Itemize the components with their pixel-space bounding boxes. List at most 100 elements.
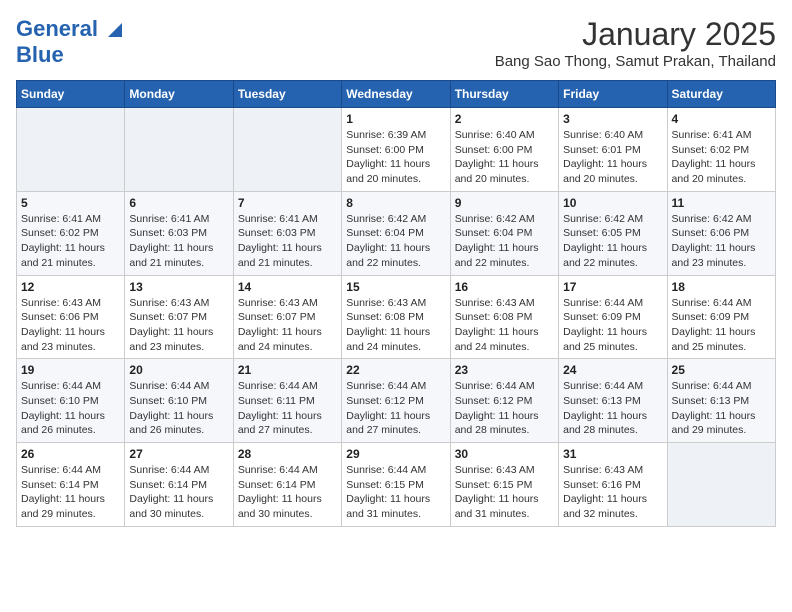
table-cell: 16Sunrise: 6:43 AMSunset: 6:08 PMDayligh…	[450, 275, 558, 359]
day-number: 27	[129, 447, 228, 461]
week-row-5: 26Sunrise: 6:44 AMSunset: 6:14 PMDayligh…	[17, 443, 776, 527]
week-row-4: 19 Sunrise: 6:44 AMSunset: 6:10 PMDayligh…	[17, 359, 776, 443]
day-number: 22	[346, 363, 445, 377]
table-cell: 25Sunrise: 6:44 AMSunset: 6:13 PMDayligh…	[667, 359, 775, 443]
day-number: 7	[238, 196, 337, 210]
table-cell: 3Sunrise: 6:40 AMSunset: 6:01 PMDaylight…	[559, 108, 667, 192]
day-info: Sunrise: 6:42 AMSunset: 6:04 PMDaylight:…	[346, 212, 445, 271]
page-header: General Blue January 2025 Bang Sao Thong…	[16, 16, 776, 70]
day-number: 10	[563, 196, 662, 210]
day-info: Sunrise: 6:44 AMSunset: 6:09 PMDaylight:…	[672, 296, 771, 355]
day-number: 21	[238, 363, 337, 377]
day-info: Sunrise: 6:41 AMSunset: 6:02 PMDaylight:…	[21, 212, 120, 271]
day-number: 18	[672, 280, 771, 294]
table-cell: 6 Sunrise: 6:41 AMSunset: 6:03 PMDaylight…	[125, 191, 233, 275]
day-info: Sunrise: 6:40 AMSunset: 6:00 PMDaylight:…	[455, 128, 554, 187]
day-number: 1	[346, 112, 445, 126]
day-number: 4	[672, 112, 771, 126]
day-info: Sunrise: 6:41 AMSunset: 6:03 PMDaylight:…	[238, 212, 337, 271]
table-cell: 5 Sunrise: 6:41 AMSunset: 6:02 PMDaylight…	[17, 191, 125, 275]
table-cell: 1 Sunrise: 6:39 AMSunset: 6:00 PMDaylight…	[342, 108, 450, 192]
day-info: Sunrise: 6:43 AMSunset: 6:08 PMDaylight:…	[346, 296, 445, 355]
day-number: 28	[238, 447, 337, 461]
col-sunday: Sunday	[17, 81, 125, 108]
day-info: Sunrise: 6:43 AMSunset: 6:06 PMDaylight:…	[21, 296, 120, 355]
day-info: Sunrise: 6:42 AMSunset: 6:04 PMDaylight:…	[455, 212, 554, 271]
day-number: 5	[21, 196, 120, 210]
day-info: Sunrise: 6:40 AMSunset: 6:01 PMDaylight:…	[563, 128, 662, 187]
day-info: Sunrise: 6:44 AMSunset: 6:10 PMDaylight:…	[129, 379, 228, 438]
day-number: 12	[21, 280, 120, 294]
day-number: 11	[672, 196, 771, 210]
table-cell: 18 Sunrise: 6:44 AMSunset: 6:09 PMDayligh…	[667, 275, 775, 359]
day-info: Sunrise: 6:44 AMSunset: 6:09 PMDaylight:…	[563, 296, 662, 355]
table-cell: 29 Sunrise: 6:44 AMSunset: 6:15 PMDayligh…	[342, 443, 450, 527]
day-number: 31	[563, 447, 662, 461]
day-number: 19	[21, 363, 120, 377]
week-row-3: 12 Sunrise: 6:43 AMSunset: 6:06 PMDayligh…	[17, 275, 776, 359]
day-number: 14	[238, 280, 337, 294]
col-tuesday: Tuesday	[233, 81, 341, 108]
day-info: Sunrise: 6:44 AMSunset: 6:13 PMDaylight:…	[563, 379, 662, 438]
title-block: January 2025 Bang Sao Thong, Samut Praka…	[495, 16, 776, 70]
day-number: 30	[455, 447, 554, 461]
day-info: Sunrise: 6:44 AMSunset: 6:12 PMDaylight:…	[346, 379, 445, 438]
col-friday: Friday	[559, 81, 667, 108]
day-info: Sunrise: 6:44 AMSunset: 6:11 PMDaylight:…	[238, 379, 337, 438]
table-cell: 24 Sunrise: 6:44 AMSunset: 6:13 PMDayligh…	[559, 359, 667, 443]
day-info: Sunrise: 6:44 AMSunset: 6:14 PMDaylight:…	[238, 463, 337, 522]
day-info: Sunrise: 6:43 AMSunset: 6:07 PMDaylight:…	[129, 296, 228, 355]
day-info: Sunrise: 6:42 AMSunset: 6:05 PMDaylight:…	[563, 212, 662, 271]
table-cell: 15 Sunrise: 6:43 AMSunset: 6:08 PMDayligh…	[342, 275, 450, 359]
day-info: Sunrise: 6:41 AMSunset: 6:03 PMDaylight:…	[129, 212, 228, 271]
table-cell: 30 Sunrise: 6:43 AMSunset: 6:15 PMDayligh…	[450, 443, 558, 527]
day-info: Sunrise: 6:43 AMSunset: 6:08 PMDaylight:…	[455, 296, 554, 355]
table-cell: 23Sunrise: 6:44 AMSunset: 6:12 PMDayligh…	[450, 359, 558, 443]
table-cell: 2 Sunrise: 6:40 AMSunset: 6:00 PMDaylight…	[450, 108, 558, 192]
table-cell: 9 Sunrise: 6:42 AMSunset: 6:04 PMDaylight…	[450, 191, 558, 275]
table-cell: 12 Sunrise: 6:43 AMSunset: 6:06 PMDayligh…	[17, 275, 125, 359]
table-cell: 20 Sunrise: 6:44 AMSunset: 6:10 PMDayligh…	[125, 359, 233, 443]
week-row-2: 5 Sunrise: 6:41 AMSunset: 6:02 PMDaylight…	[17, 191, 776, 275]
day-number: 9	[455, 196, 554, 210]
day-number: 24	[563, 363, 662, 377]
week-row-1: 1 Sunrise: 6:39 AMSunset: 6:00 PMDaylight…	[17, 108, 776, 192]
day-info: Sunrise: 6:43 AMSunset: 6:15 PMDaylight:…	[455, 463, 554, 522]
day-info: Sunrise: 6:44 AMSunset: 6:14 PMDaylight:…	[129, 463, 228, 522]
logo-triangle-icon	[106, 21, 124, 39]
day-number: 15	[346, 280, 445, 294]
day-number: 29	[346, 447, 445, 461]
table-cell	[233, 108, 341, 192]
logo: General Blue	[16, 16, 124, 68]
day-info: Sunrise: 6:44 AMSunset: 6:13 PMDaylight:…	[672, 379, 771, 438]
day-number: 8	[346, 196, 445, 210]
day-info: Sunrise: 6:42 AMSunset: 6:06 PMDaylight:…	[672, 212, 771, 271]
day-number: 20	[129, 363, 228, 377]
day-number: 13	[129, 280, 228, 294]
day-info: Sunrise: 6:44 AMSunset: 6:14 PMDaylight:…	[21, 463, 120, 522]
day-info: Sunrise: 6:39 AMSunset: 6:00 PMDaylight:…	[346, 128, 445, 187]
calendar-title: January 2025	[495, 16, 776, 53]
table-cell: 4Sunrise: 6:41 AMSunset: 6:02 PMDaylight…	[667, 108, 775, 192]
col-thursday: Thursday	[450, 81, 558, 108]
day-number: 23	[455, 363, 554, 377]
logo-blue-text: Blue	[16, 42, 64, 68]
col-monday: Monday	[125, 81, 233, 108]
table-cell: 22 Sunrise: 6:44 AMSunset: 6:12 PMDayligh…	[342, 359, 450, 443]
day-number: 17	[563, 280, 662, 294]
table-cell	[667, 443, 775, 527]
table-cell: 13 Sunrise: 6:43 AMSunset: 6:07 PMDayligh…	[125, 275, 233, 359]
calendar-subtitle: Bang Sao Thong, Samut Prakan, Thailand	[495, 53, 776, 70]
table-cell: 26Sunrise: 6:44 AMSunset: 6:14 PMDayligh…	[17, 443, 125, 527]
table-cell: 14Sunrise: 6:43 AMSunset: 6:07 PMDayligh…	[233, 275, 341, 359]
day-number: 6	[129, 196, 228, 210]
day-info: Sunrise: 6:43 AMSunset: 6:16 PMDaylight:…	[563, 463, 662, 522]
table-cell: 11 Sunrise: 6:42 AMSunset: 6:06 PMDayligh…	[667, 191, 775, 275]
table-cell	[125, 108, 233, 192]
table-cell: 8 Sunrise: 6:42 AMSunset: 6:04 PMDaylight…	[342, 191, 450, 275]
day-number: 2	[455, 112, 554, 126]
table-cell	[17, 108, 125, 192]
table-cell: 10 Sunrise: 6:42 AMSunset: 6:05 PMDayligh…	[559, 191, 667, 275]
day-info: Sunrise: 6:44 AMSunset: 6:10 PMDaylight:…	[21, 379, 120, 438]
day-info: Sunrise: 6:44 AMSunset: 6:15 PMDaylight:…	[346, 463, 445, 522]
